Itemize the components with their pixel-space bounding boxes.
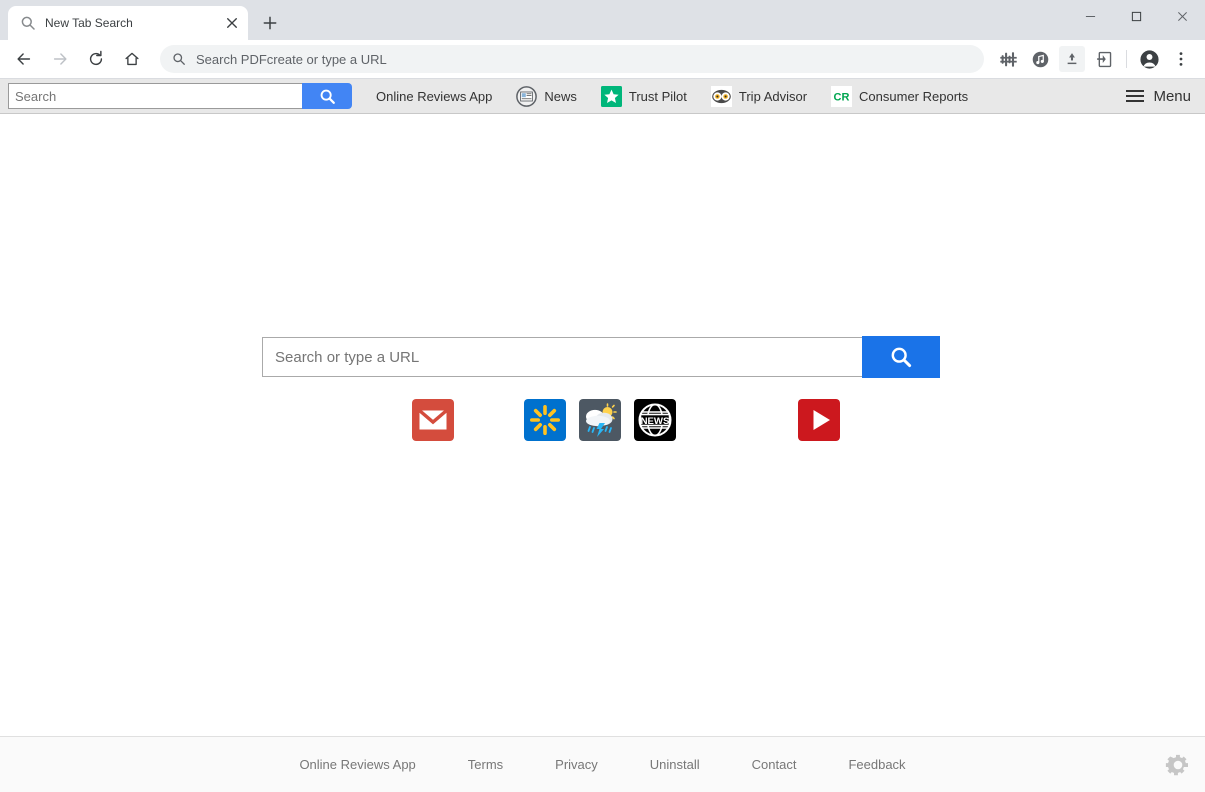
address-bar-text: Search PDFcreate or type a URL bbox=[196, 51, 387, 67]
browser-tab[interactable]: New Tab Search bbox=[8, 6, 248, 40]
svg-text:CR: CR bbox=[834, 91, 850, 103]
music-note-icon[interactable] bbox=[1027, 46, 1053, 72]
shortcut-youtube[interactable] bbox=[798, 399, 840, 441]
forward-arrow-icon bbox=[45, 44, 75, 74]
tab-title: New Tab Search bbox=[45, 16, 133, 30]
reload-icon[interactable] bbox=[81, 44, 111, 74]
equalizer-icon[interactable] bbox=[995, 46, 1021, 72]
extension-search bbox=[8, 83, 352, 109]
shortcut-walmart[interactable] bbox=[524, 399, 566, 441]
address-bar[interactable]: Search PDFcreate or type a URL bbox=[160, 45, 984, 73]
extension-link-news[interactable]: News bbox=[516, 85, 577, 107]
footer-link-uninstall[interactable]: Uninstall bbox=[650, 757, 700, 772]
extension-menu-label: Menu bbox=[1153, 87, 1191, 105]
shortcut-news[interactable]: NEWS bbox=[634, 399, 676, 441]
main-search-input[interactable] bbox=[262, 337, 862, 377]
close-icon[interactable] bbox=[224, 15, 240, 31]
extension-link-trust-pilot[interactable]: Trust Pilot bbox=[600, 85, 687, 107]
extension-menu-button[interactable]: Menu bbox=[1126, 87, 1191, 105]
extension-link-trip-advisor[interactable]: Trip Advisor bbox=[710, 85, 808, 107]
main-search-button[interactable] bbox=[862, 336, 940, 378]
extension-search-button[interactable] bbox=[302, 83, 352, 109]
tripadvisor-owl-icon bbox=[710, 85, 732, 107]
extension-toolbar: Online Reviews App News Trust Pilot bbox=[0, 79, 1205, 114]
hamburger-icon bbox=[1126, 87, 1145, 105]
search-icon bbox=[172, 52, 186, 66]
home-icon[interactable] bbox=[117, 44, 147, 74]
minimize-button[interactable] bbox=[1067, 0, 1113, 32]
footer-link-online-reviews-app[interactable]: Online Reviews App bbox=[299, 757, 415, 772]
new-tab-button[interactable] bbox=[256, 9, 284, 37]
extension-link-label: Trust Pilot bbox=[628, 88, 687, 104]
extension-link-label: News bbox=[544, 88, 577, 104]
footer-link-feedback[interactable]: Feedback bbox=[848, 757, 905, 772]
page-extension-icon[interactable] bbox=[1091, 46, 1117, 72]
page-content: NEWS Online Reviews App Terms Privacy Un… bbox=[0, 114, 1205, 792]
window-controls bbox=[1067, 0, 1205, 40]
footer-link-privacy[interactable]: Privacy bbox=[555, 757, 598, 772]
close-button[interactable] bbox=[1159, 0, 1205, 32]
new-tab-body: NEWS bbox=[0, 114, 1205, 736]
profile-avatar-icon[interactable] bbox=[1136, 46, 1162, 72]
svg-text:NEWS: NEWS bbox=[641, 416, 670, 427]
maximize-button[interactable] bbox=[1113, 0, 1159, 32]
toolbar-divider bbox=[1126, 50, 1127, 68]
footer-link-contact[interactable]: Contact bbox=[752, 757, 797, 772]
extension-search-input[interactable] bbox=[8, 83, 302, 109]
extension-link-label: Online Reviews App bbox=[376, 88, 493, 104]
three-dot-menu-icon[interactable] bbox=[1168, 46, 1194, 72]
shortcut-row: NEWS bbox=[262, 399, 940, 459]
download-icon[interactable] bbox=[1059, 46, 1085, 72]
extension-link-online-reviews-app[interactable]: Online Reviews App bbox=[376, 89, 492, 104]
search-icon bbox=[20, 15, 36, 31]
consumer-reports-cr-icon: CR bbox=[831, 85, 853, 107]
tab-strip: New Tab Search bbox=[0, 0, 1205, 40]
extension-link-consumer-reports[interactable]: CR Consumer Reports bbox=[831, 85, 969, 107]
shortcut-gmail[interactable] bbox=[412, 399, 454, 441]
gear-icon[interactable] bbox=[1165, 752, 1191, 778]
trustpilot-star-icon bbox=[600, 85, 622, 107]
page-footer: Online Reviews App Terms Privacy Uninsta… bbox=[0, 736, 1205, 792]
extension-link-label: Consumer Reports bbox=[859, 88, 969, 104]
back-arrow-icon[interactable] bbox=[9, 44, 39, 74]
news-circle-icon bbox=[516, 85, 538, 107]
footer-link-terms[interactable]: Terms bbox=[468, 757, 503, 772]
browser-toolbar: Search PDFcreate or type a URL bbox=[0, 40, 1205, 79]
main-search-box bbox=[262, 336, 940, 378]
extension-link-label: Trip Advisor bbox=[738, 88, 808, 104]
shortcut-weather[interactable] bbox=[579, 399, 621, 441]
